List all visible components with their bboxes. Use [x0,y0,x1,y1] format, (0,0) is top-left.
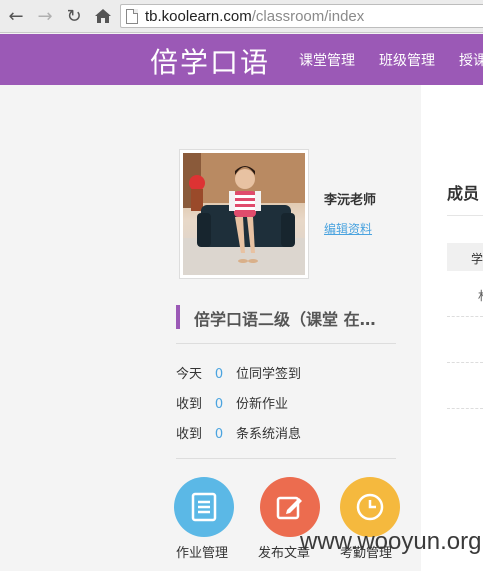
address-bar[interactable]: tb.koolearn.com/classroom/index [120,4,483,28]
stat-prefix: 收到 [176,427,203,442]
stat-messages: 收到 0 条系统消息 [176,423,301,442]
homework-management-label[interactable]: 作业管理 [176,542,228,561]
reload-icon[interactable]: ↻ [63,5,85,27]
site-header: 倍学口语 课堂管理 班级管理 授课 [0,34,483,85]
stat-prefix: 收到 [176,397,203,412]
homework-management-button[interactable] [174,477,234,537]
edit-profile-link[interactable]: 编辑资料 [324,220,372,237]
back-arrow-icon[interactable]: ← [5,5,27,27]
forward-arrow-icon[interactable]: → [34,5,56,27]
page-icon [126,9,138,24]
clock-icon [356,493,384,521]
row-divider [447,362,483,363]
stat-value[interactable]: 0 [202,397,236,412]
stat-homework: 收到 0 份新作业 [176,393,288,412]
home-icon[interactable] [92,5,114,27]
watermark-text: www.wooyun.org [300,528,482,555]
nav-classroom-management[interactable]: 课堂管理 [299,50,355,70]
members-panel [421,85,483,571]
divider [447,215,483,216]
divider [176,343,396,344]
nav-teaching[interactable]: 授课 [459,50,483,70]
members-row-cell: 林 [478,287,483,304]
stat-suffix: 份新作业 [236,397,289,412]
teacher-name: 李沅老师 [324,193,377,208]
stat-value[interactable]: 0 [202,367,236,382]
teacher-photo [183,153,305,275]
stat-suffix: 条系统消息 [236,427,302,442]
row-divider [447,408,483,409]
stat-prefix: 今天 [176,367,203,382]
avatar[interactable] [179,149,309,279]
stat-value[interactable]: 0 [202,427,236,442]
document-icon [191,492,217,522]
members-title: 成员 [447,184,480,203]
stat-suffix: 位同学签到 [236,367,302,382]
stat-checkins: 今天 0 位同学签到 [176,363,301,382]
title-accent-bar [176,305,180,329]
edit-icon [276,496,302,520]
browser-toolbar: ← → ↻ tb.koolearn.com/classroom/index [0,0,483,33]
divider [176,458,396,459]
site-logo[interactable]: 倍学口语 [150,41,270,81]
row-divider [447,316,483,317]
url-text: tb.koolearn.com/classroom/index [145,8,365,25]
members-header-cell: 学 [471,252,483,266]
nav-class-management[interactable]: 班级管理 [379,50,435,70]
class-title: 倍学口语二级（课堂 在… [194,310,376,329]
